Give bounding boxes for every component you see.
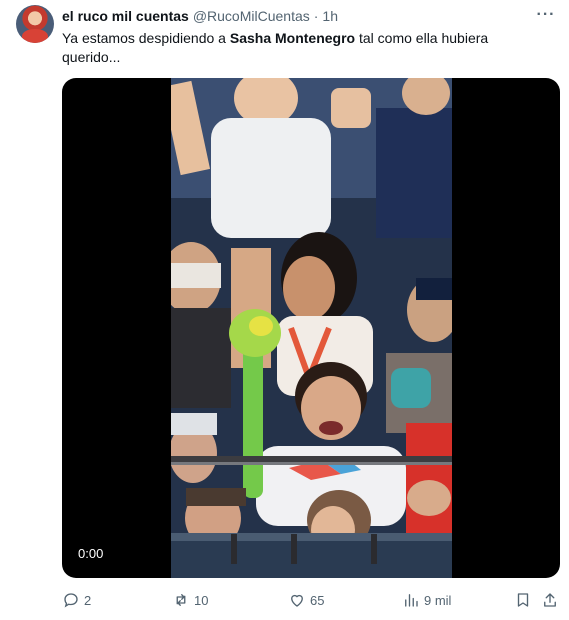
video-player[interactable]: 0:00 bbox=[62, 78, 560, 578]
bookmark-button[interactable] bbox=[514, 590, 536, 610]
separator-dot: · bbox=[313, 8, 319, 24]
video-timecode: 0:00 bbox=[78, 546, 104, 561]
retweet-icon bbox=[176, 594, 186, 606]
tweet-header: el ruco mil cuentas @RucoMilCuentas · 1h bbox=[62, 7, 338, 25]
author-handle[interactable]: @RucoMilCuentas bbox=[193, 8, 310, 24]
reply-count: 2 bbox=[84, 592, 92, 608]
tweet-text-start: Ya estamos despidiendo a bbox=[62, 30, 230, 46]
views-button[interactable]: 9 mil bbox=[402, 590, 451, 610]
tweet-text-bold: Sasha Montenegro bbox=[229, 30, 356, 46]
retweet-count: 10 bbox=[194, 592, 209, 608]
tweet[interactable]: el ruco mil cuentas @RucoMilCuentas · 1h… bbox=[0, 0, 569, 620]
video-still-image bbox=[171, 78, 452, 578]
like-count: 65 bbox=[310, 592, 325, 608]
bookmark-icon bbox=[517, 593, 529, 607]
action-bar: 2 10 65 9 mil bbox=[62, 590, 562, 610]
avatar[interactable] bbox=[16, 5, 54, 43]
retweet-button[interactable]: 10 bbox=[172, 590, 208, 610]
heart-icon bbox=[291, 594, 303, 607]
reply-icon bbox=[64, 593, 78, 608]
view-count: 9 mil bbox=[424, 592, 452, 608]
video-frame[interactable] bbox=[171, 78, 452, 578]
more-options-icon[interactable]: ··· bbox=[535, 5, 557, 25]
timestamp[interactable]: 1h bbox=[322, 8, 338, 24]
share-icon bbox=[544, 593, 556, 607]
reply-button[interactable]: 2 bbox=[62, 590, 91, 610]
tweet-text: Ya estamos despidiendo a Sasha Montenegr… bbox=[62, 29, 532, 67]
author-name[interactable]: el ruco mil cuentas bbox=[62, 8, 189, 24]
more-glyph: ··· bbox=[536, 6, 556, 23]
analytics-icon bbox=[405, 594, 418, 607]
like-button[interactable]: 65 bbox=[288, 590, 324, 610]
share-button[interactable] bbox=[541, 590, 563, 610]
